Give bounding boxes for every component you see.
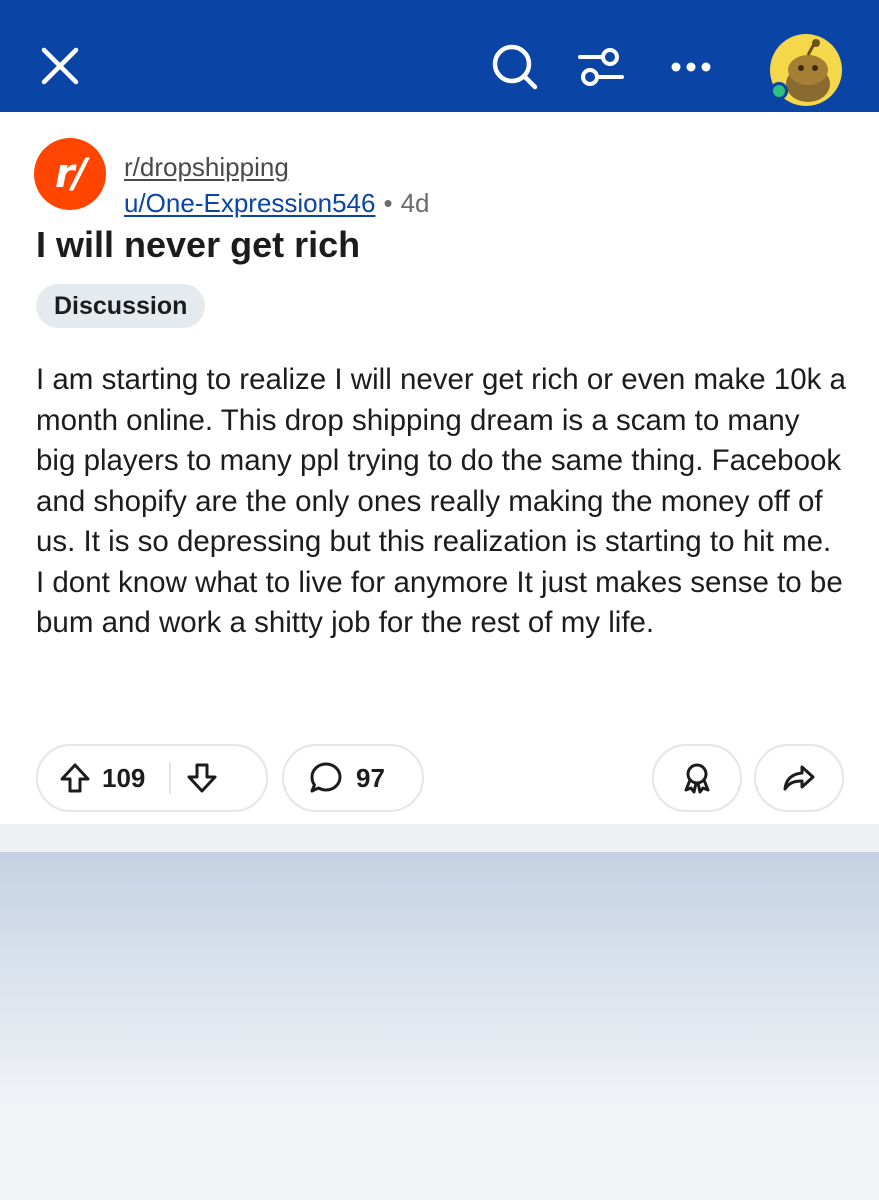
comment-icon — [310, 762, 342, 793]
award-icon — [684, 763, 710, 794]
comment-count: 97 — [356, 762, 385, 793]
post-body: I am starting to realize I will never ge… — [36, 363, 846, 639]
online-status-dot — [770, 82, 788, 100]
subreddit-icon[interactable]: r/ — [34, 138, 106, 210]
award-button[interactable] — [652, 744, 742, 812]
user-avatar-button[interactable] — [768, 32, 844, 108]
subreddit-icon-text: r/ — [54, 151, 87, 197]
upvote-icon[interactable] — [58, 761, 92, 795]
upvote-count: 109 — [102, 762, 146, 793]
post-age: 4d — [400, 188, 430, 218]
vote-divider — [169, 762, 172, 794]
more-options-button[interactable] — [660, 36, 722, 98]
post-flair[interactable]: Discussion — [36, 284, 206, 328]
more-icon — [671, 62, 711, 72]
post-title: I will never get rich — [36, 224, 361, 265]
author-link[interactable]: u/One-Expression546 — [124, 188, 375, 218]
close-icon — [41, 47, 79, 85]
search-button[interactable] — [484, 36, 546, 98]
downvote-icon[interactable] — [185, 761, 219, 795]
vote-control: 109 — [36, 744, 268, 812]
filter-button[interactable] — [570, 36, 632, 98]
share-icon — [783, 765, 815, 791]
comments-button[interactable]: 97 — [282, 744, 424, 812]
filter-icon — [578, 48, 624, 86]
author-line: u/One-Expression546 • 4d — [124, 188, 430, 219]
meta-separator: • — [383, 188, 393, 218]
post-actions: 109 97 — [36, 744, 844, 814]
subreddit-link[interactable]: r/dropshipping — [124, 152, 289, 183]
post-meta: r/ r/dropshipping u/One-Expression546 • 4d — [34, 132, 854, 218]
empty-content-area — [0, 852, 879, 1200]
feed-separator — [0, 824, 879, 852]
top-app-bar — [0, 0, 879, 112]
search-icon — [492, 44, 538, 90]
close-button[interactable] — [30, 36, 90, 96]
share-button[interactable] — [754, 744, 844, 812]
